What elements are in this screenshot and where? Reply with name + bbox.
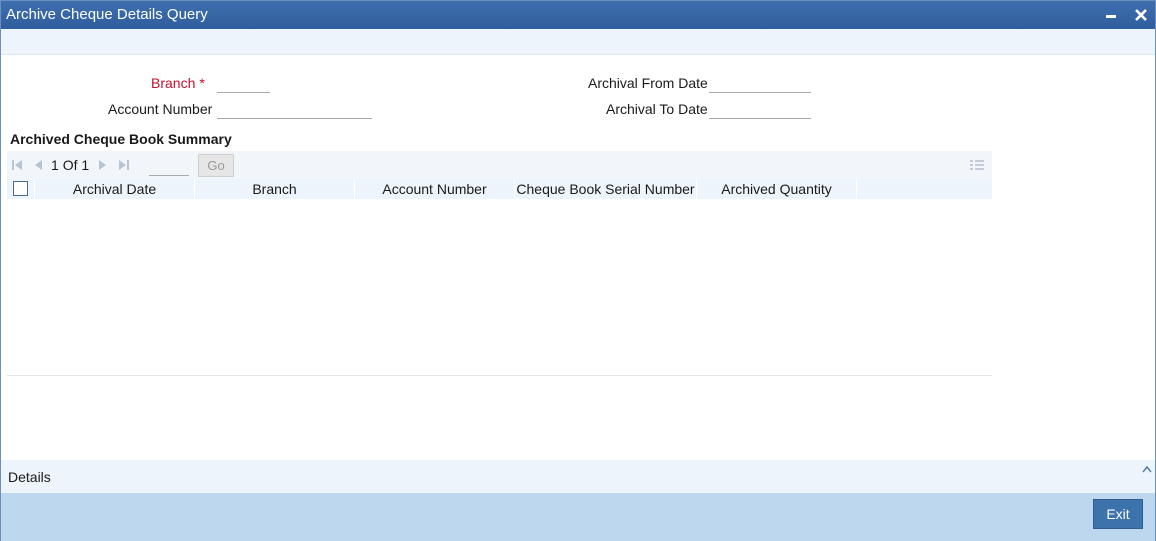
page-indicator: 1 Of 1 bbox=[51, 157, 89, 173]
first-page-icon[interactable] bbox=[11, 159, 23, 171]
list-icon[interactable] bbox=[970, 159, 984, 172]
of-label: Of bbox=[62, 157, 78, 173]
next-page-icon[interactable] bbox=[97, 159, 109, 171]
last-page-icon[interactable] bbox=[118, 159, 130, 171]
details-label[interactable]: Details bbox=[8, 469, 51, 485]
archival-to-date-field[interactable] bbox=[709, 101, 811, 119]
cheque-book-summary-grid: 1 Of 1 Go Archival Date Branch Account N… bbox=[7, 151, 992, 376]
title-bar: Archive Cheque Details Query bbox=[1, 1, 1155, 29]
previous-page-icon[interactable] bbox=[32, 159, 44, 171]
archival-to-date-label: Archival To Date bbox=[606, 101, 708, 117]
minimize-icon[interactable] bbox=[1101, 5, 1121, 25]
toolbar-strip bbox=[1, 29, 1155, 55]
column-header-cheque-book-serial-number[interactable]: Cheque Book Serial Number bbox=[515, 179, 697, 199]
column-header-archived-quantity[interactable]: Archived Quantity bbox=[697, 179, 857, 199]
chevron-up-icon[interactable] bbox=[1142, 465, 1152, 473]
column-header-branch[interactable]: Branch bbox=[195, 179, 355, 199]
select-all-checkbox[interactable] bbox=[13, 181, 28, 196]
branch-field[interactable] bbox=[217, 75, 270, 93]
account-number-field[interactable] bbox=[217, 101, 372, 119]
archival-from-date-field[interactable] bbox=[709, 75, 811, 93]
total-pages: 1 bbox=[81, 157, 90, 173]
column-header-account-number[interactable]: Account Number bbox=[355, 179, 515, 199]
grid-header-row: Archival Date Branch Account Number Cheq… bbox=[7, 179, 992, 199]
grid-pager: 1 Of 1 Go bbox=[7, 151, 992, 179]
archive-cheque-details-window: Archive Cheque Details Query Branch * Acc… bbox=[0, 0, 1156, 541]
current-page: 1 bbox=[51, 157, 59, 173]
select-all-cell bbox=[7, 179, 35, 199]
account-number-label: Account Number bbox=[108, 101, 213, 117]
archival-from-date-label: Archival From Date bbox=[588, 75, 708, 91]
close-icon[interactable] bbox=[1131, 5, 1151, 25]
footer-bar: Exit bbox=[1, 493, 1155, 541]
goto-page-field[interactable] bbox=[149, 158, 189, 176]
exit-button[interactable]: Exit bbox=[1093, 499, 1143, 529]
column-header-archival-date[interactable]: Archival Date bbox=[35, 179, 195, 199]
window-title: Archive Cheque Details Query bbox=[6, 6, 208, 23]
go-button[interactable]: Go bbox=[198, 154, 234, 177]
details-bar: Details bbox=[1, 460, 1155, 493]
summary-title: Archived Cheque Book Summary bbox=[10, 131, 232, 147]
branch-label: Branch * bbox=[151, 75, 205, 91]
